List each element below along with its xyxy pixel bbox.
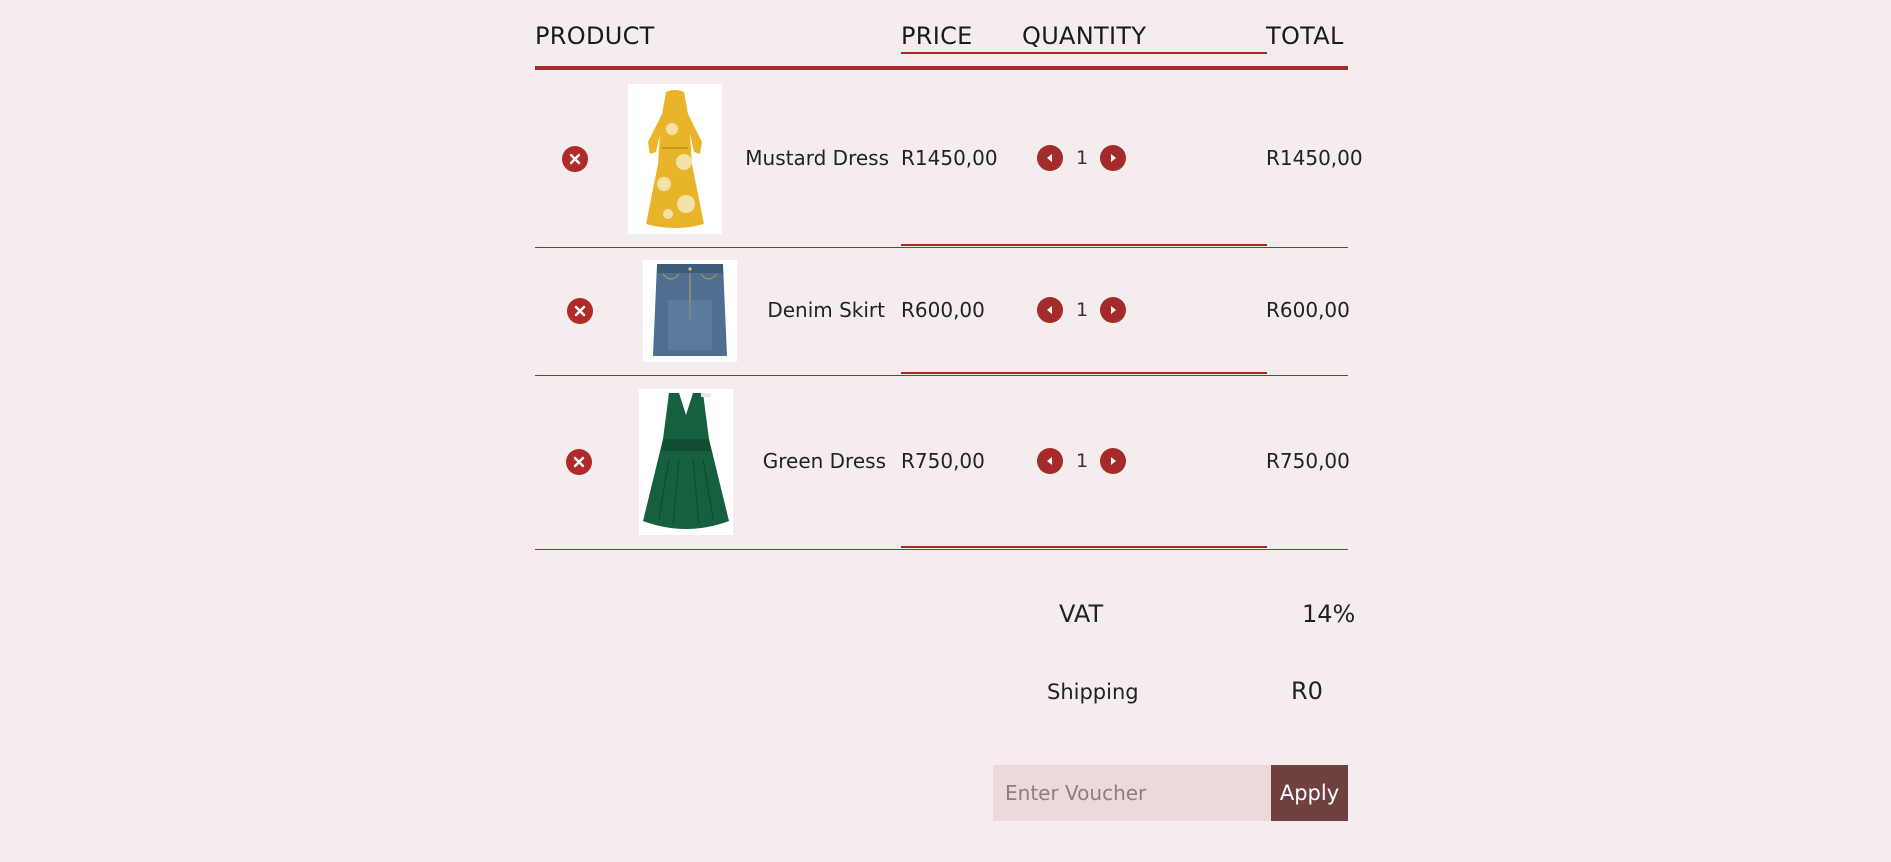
product-name: Denim Skirt [767,298,885,322]
increase-quantity-button[interactable] [1100,297,1126,323]
decrease-quantity-button[interactable] [1037,448,1063,474]
decrease-quantity-button[interactable] [1037,297,1063,323]
product-total: R600,00 [1266,298,1350,322]
product-total: R750,00 [1266,449,1350,473]
row-divider [535,549,1348,550]
close-icon [574,305,586,317]
vat-label: VAT [1059,600,1104,628]
remove-item-button[interactable] [562,146,588,172]
row-underline [901,546,1267,548]
caret-right-icon [1111,154,1116,162]
close-icon [573,456,585,468]
product-image-green-dress [639,389,733,535]
shipping-value: R0 [1291,677,1323,705]
close-icon [569,153,581,165]
header-product: PRODUCT [535,22,655,50]
caret-left-icon [1047,306,1052,314]
header-price: PRICE [901,22,973,50]
product-price: R600,00 [901,298,985,322]
decrease-quantity-button[interactable] [1037,145,1063,171]
product-price: R1450,00 [901,146,998,170]
remove-item-button[interactable] [567,298,593,324]
product-image-denim-skirt [643,260,737,362]
vat-value: 14% [1302,600,1356,628]
product-name: Mustard Dress [745,146,889,170]
increase-quantity-button[interactable] [1100,448,1126,474]
caret-right-icon [1111,306,1116,314]
product-name: Green Dress [762,449,886,473]
row-divider [535,375,1348,376]
header-total: TOTAL [1266,22,1344,50]
row-underline [901,244,1267,246]
product-price: R750,00 [901,449,985,473]
caret-right-icon [1111,457,1116,465]
header-divider [535,66,1348,70]
increase-quantity-button[interactable] [1100,145,1126,171]
voucher-input[interactable] [993,765,1271,821]
product-total: R1450,00 [1266,146,1363,170]
quantity-value: 1 [1075,450,1089,472]
caret-left-icon [1047,154,1052,162]
quantity-value: 1 [1075,147,1089,169]
apply-voucher-button[interactable]: Apply [1271,765,1348,821]
caret-left-icon [1047,457,1052,465]
header-quantity: QUANTITY [1022,22,1147,50]
remove-item-button[interactable] [566,449,592,475]
row-divider [535,247,1348,248]
quantity-value: 1 [1075,299,1089,321]
shipping-label: Shipping [1047,680,1139,704]
product-image-mustard-dress [628,84,722,234]
header-underline [901,52,1267,54]
row-underline [901,372,1267,374]
